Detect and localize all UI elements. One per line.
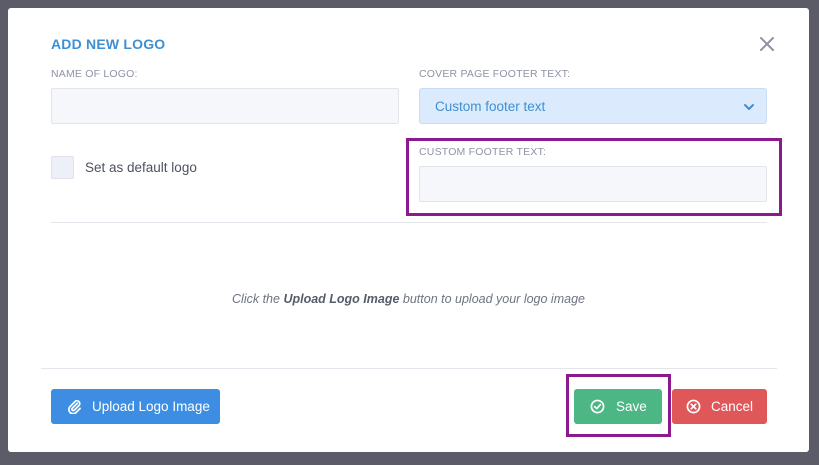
upload-button-label: Upload Logo Image: [92, 399, 210, 414]
form-divider: [51, 222, 767, 223]
footer-select-value: Custom footer text: [435, 98, 546, 114]
footer-divider: [41, 368, 777, 369]
default-logo-checkbox[interactable]: [51, 156, 74, 179]
cancel-button-label: Cancel: [711, 399, 754, 414]
custom-footer-text-label: CUSTOM FOOTER TEXT:: [419, 146, 547, 158]
cover-page-footer-text-select[interactable]: Custom footer text: [419, 88, 767, 124]
name-of-logo-label: NAME OF LOGO:: [51, 68, 138, 80]
custom-footer-text-input[interactable]: [419, 166, 767, 202]
cover-page-footer-text-label: COVER PAGE FOOTER TEXT:: [419, 68, 571, 80]
close-icon[interactable]: [758, 35, 776, 53]
save-button[interactable]: Save: [574, 389, 662, 424]
upload-logo-image-button[interactable]: Upload Logo Image: [51, 389, 220, 424]
cancel-button[interactable]: Cancel: [672, 389, 767, 424]
paperclip-icon: [67, 399, 82, 414]
x-circle-icon: [686, 399, 701, 414]
save-button-label: Save: [616, 399, 647, 414]
name-of-logo-input[interactable]: [51, 88, 399, 124]
default-logo-label: Set as default logo: [85, 160, 197, 175]
check-circle-icon: [590, 399, 605, 414]
modal-title: ADD NEW LOGO: [51, 36, 166, 52]
add-logo-modal: ADD NEW LOGO NAME OF LOGO: COVER PAGE FO…: [8, 8, 809, 452]
chevron-down-icon: [742, 100, 756, 114]
upload-hint: Click the Upload Logo Image button to up…: [232, 292, 585, 306]
